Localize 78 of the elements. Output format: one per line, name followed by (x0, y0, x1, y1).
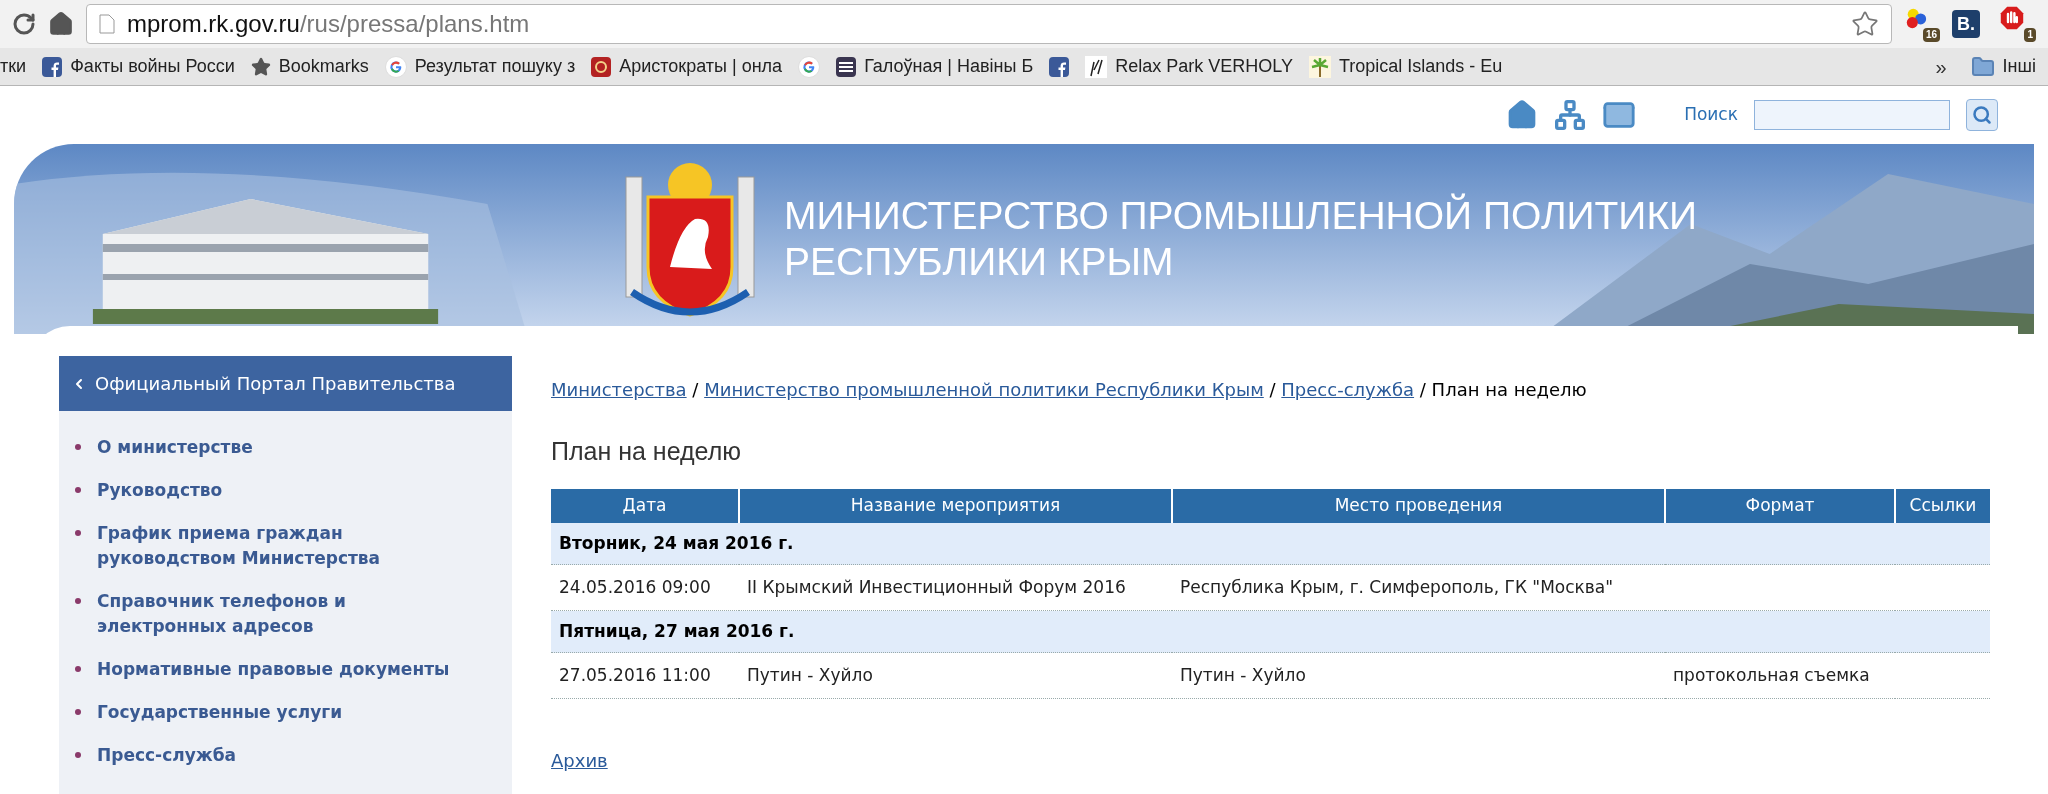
google-icon (798, 55, 821, 78)
breadcrumb-current: План на неделю (1431, 379, 1587, 400)
search-icon (1972, 105, 1992, 125)
breadcrumb-link[interactable]: Министерство промышленной политики Республики Крым (704, 379, 1264, 400)
site-title: РЕСПУБЛИКИ КРЫМ (784, 239, 1175, 285)
site-title: МИНИСТЕРСТВО ПРОМЫШЛЕННОЙ ПОЛИТИКИ (784, 193, 1698, 239)
bookmark[interactable]: Tropical Islands - Eu (1308, 53, 1503, 80)
column-header: Ссылки (1895, 488, 1990, 523)
palm-tree-icon (1308, 55, 1331, 78)
bookmark[interactable]: тки (0, 53, 27, 80)
star-icon (250, 56, 271, 77)
nav-link[interactable]: Государственные услуги (97, 700, 457, 725)
archive-link[interactable]: Архив (551, 747, 608, 774)
nav-link[interactable]: График приема граждан руководством Министерства (97, 521, 457, 571)
bullet-icon (75, 598, 81, 604)
table-cell: 24.05.2016 09:00 (551, 564, 739, 611)
extension-badge: 16 (1922, 28, 1940, 42)
bookmark-star-icon[interactable] (1851, 10, 1879, 38)
column-header: Место проведения (1172, 488, 1665, 523)
home-icon[interactable] (48, 11, 74, 37)
folder-icon (1970, 54, 1995, 79)
bookmark[interactable] (798, 55, 821, 78)
extension-letter-icon[interactable]: B. (1952, 10, 1980, 38)
search-label: Поиск (1684, 103, 1738, 127)
breadcrumb-separator: / (692, 379, 699, 400)
bookmark-folder[interactable]: Інші (1970, 53, 2036, 80)
bookmark[interactable]: Результат пошуку з (384, 53, 576, 80)
table-cell: Путин - Хуйло (739, 652, 1172, 699)
bookmark[interactable]: Аристократы | онла (591, 53, 783, 80)
page-icon (99, 14, 115, 34)
column-header: Название мероприятия (739, 488, 1172, 523)
bookmark[interactable]: Bookmarks (250, 53, 369, 80)
bullet-icon (75, 666, 81, 672)
breadcrumb-link[interactable]: Министерства (551, 379, 687, 400)
bullet-icon (75, 444, 81, 450)
stop-hand-icon[interactable] (2000, 6, 2024, 30)
nav-link[interactable]: Нормативные правовые документы (97, 657, 457, 682)
bullet-icon (75, 487, 81, 493)
extension-badge: 1 (2024, 28, 2036, 42)
google-icon (384, 55, 407, 78)
bullet-icon (75, 709, 81, 715)
column-header: Формат (1665, 488, 1895, 523)
facebook-icon (42, 56, 63, 77)
table-cell: Республика Крым, г. Симферополь, ГК "Москва" (1172, 564, 1665, 611)
plant-sketch-icon (1085, 55, 1108, 78)
sitemap-icon[interactable] (1554, 99, 1587, 131)
reload-icon[interactable] (12, 12, 36, 36)
url-text: mprom.rk.gov.ru/rus/pressa/plans.htm (127, 9, 531, 39)
list-icon (836, 56, 857, 77)
bookmark[interactable]: Факты войны Росси (42, 53, 235, 80)
bookmark[interactable] (1049, 56, 1070, 77)
date-group-cell: Пятница, 27 мая 2016 г. (551, 610, 1990, 653)
table-cell: Путин - Хуйло (1172, 652, 1665, 699)
bullet-icon (75, 530, 81, 536)
portal-link[interactable]: Официальный Портал Правительства (59, 356, 512, 411)
date-group-cell: Вторник, 24 мая 2016 г. (551, 522, 1990, 565)
nav-link[interactable]: Пресс-служба (97, 743, 457, 768)
nav-link[interactable]: О министерстве (97, 435, 457, 460)
breadcrumb-separator: / (1419, 379, 1426, 400)
bookmark[interactable]: Галоўная | Навіны Б (836, 53, 1034, 80)
column-header: Дата (551, 488, 739, 523)
more-bookmarks-button[interactable]: » (1935, 51, 1947, 82)
table-cell: 27.05.2016 11:00 (551, 652, 739, 699)
bookmark[interactable]: Relax Park VERHOLY (1085, 53, 1293, 80)
nav-link[interactable]: Руководство (97, 478, 457, 503)
emblem-icon (591, 56, 612, 77)
table-cell: II Крымский Инвестиционный Форум 2016 (739, 564, 1172, 611)
search-button[interactable] (1966, 99, 1998, 131)
page-title: План на неделю (551, 436, 743, 467)
search-field[interactable] (1754, 100, 1950, 130)
table-cell: протокольная съемка (1665, 652, 1895, 699)
bullet-icon (75, 752, 81, 758)
breadcrumb-separator: / (1269, 379, 1276, 400)
breadcrumb-link[interactable]: Пресс-служба (1281, 379, 1415, 400)
colored-balls-icon[interactable] (1904, 6, 1928, 30)
address-bar[interactable]: mprom.rk.gov.ru/rus/pressa/plans.htm (86, 4, 1892, 44)
nav-link[interactable]: Справочник телефонов и электронных адресов (97, 589, 457, 639)
facebook-icon (1049, 56, 1070, 77)
